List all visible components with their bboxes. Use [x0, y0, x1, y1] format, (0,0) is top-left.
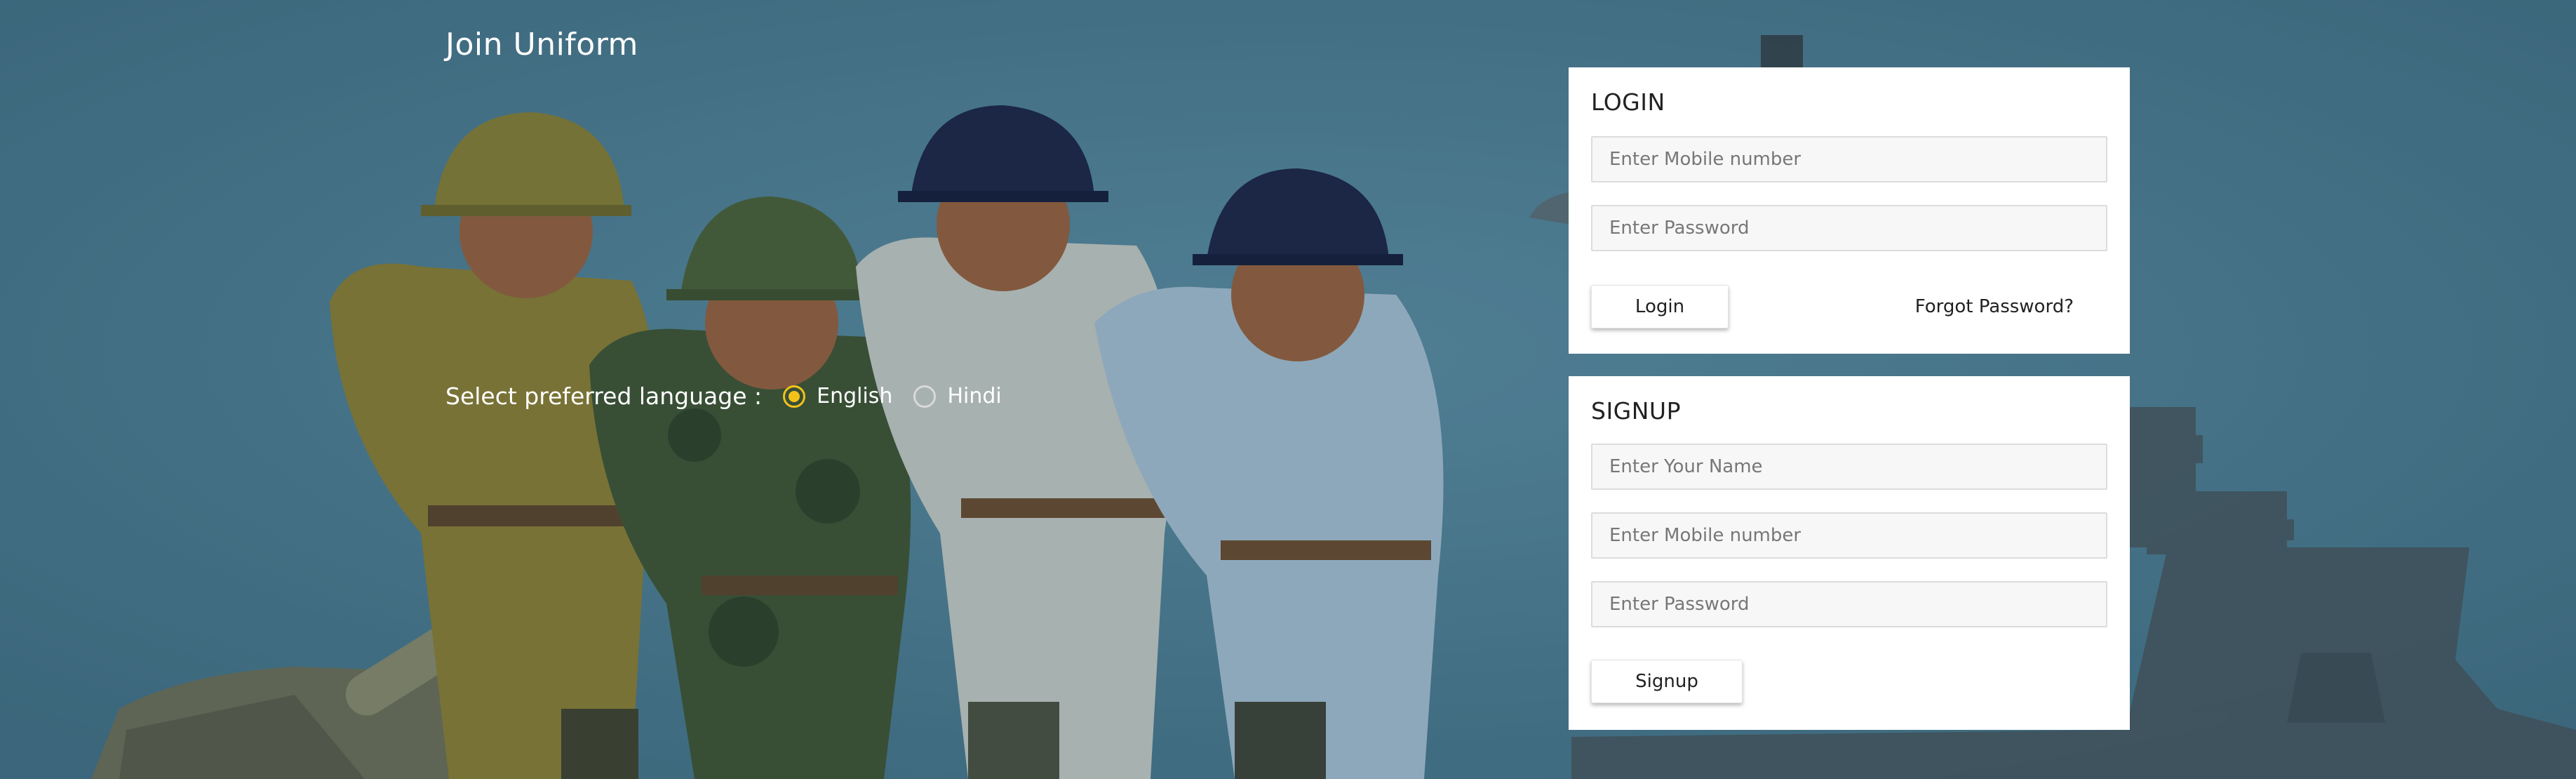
forgot-password-link[interactable]: Forgot Password? [1915, 296, 2074, 317]
radio-english[interactable] [783, 385, 806, 408]
signup-mobile-input[interactable] [1591, 512, 2107, 559]
login-panel: LOGIN Login Forgot Password? [1569, 67, 2130, 354]
signup-password-input[interactable] [1591, 581, 2107, 627]
login-mobile-input[interactable] [1591, 136, 2107, 182]
signup-title: SIGNUP [1591, 397, 1681, 425]
signup-button[interactable]: Signup [1591, 660, 1743, 703]
language-option-hindi[interactable]: Hindi [913, 384, 1002, 408]
login-password-input[interactable] [1591, 205, 2107, 251]
radio-hindi[interactable] [913, 385, 937, 408]
language-option-english-label: English [817, 384, 893, 408]
signup-name-input[interactable] [1591, 444, 2107, 490]
login-title: LOGIN [1591, 88, 1665, 116]
background-illustration [0, 0, 2576, 779]
language-option-english[interactable]: English [783, 384, 892, 408]
signup-panel: SIGNUP Signup [1569, 376, 2130, 730]
language-option-hindi-label: Hindi [947, 384, 1002, 408]
brand-title: Join Uniform [445, 27, 638, 62]
language-selector: Select preferred language : English Hind… [445, 382, 1023, 410]
login-button[interactable]: Login [1591, 285, 1729, 328]
language-label: Select preferred language : [445, 382, 763, 410]
